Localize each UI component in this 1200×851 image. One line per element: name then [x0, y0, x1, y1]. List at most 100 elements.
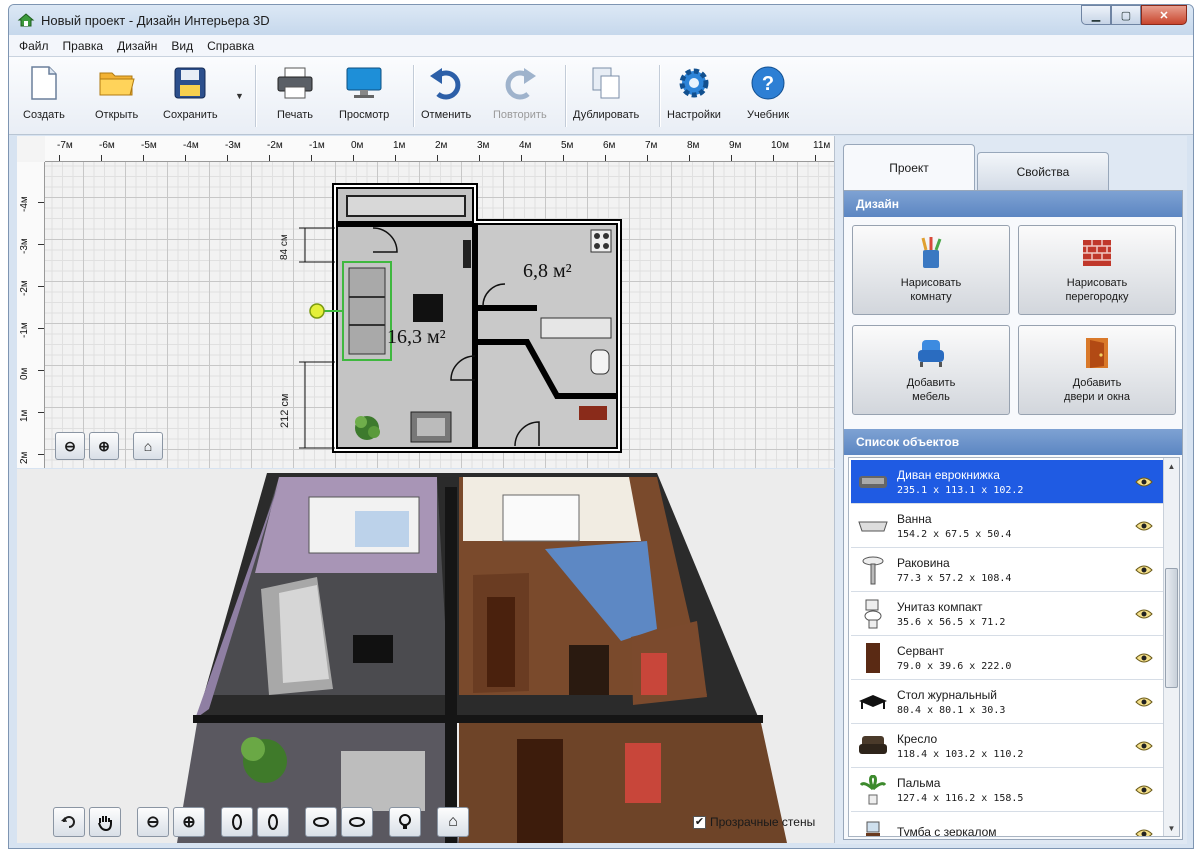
close-button[interactable]: ✕: [1141, 5, 1187, 25]
object-list-item[interactable]: Диван еврокнижка 235.1 x 113.1 x 102.2: [851, 460, 1163, 504]
orbit-left-button[interactable]: [221, 807, 253, 837]
transparent-walls-toggle[interactable]: ✔ Прозрачные стены: [693, 815, 815, 829]
small-room-area-label: 6,8 м²: [523, 260, 572, 282]
objects-list-scrollbar[interactable]: ▲ ▼: [1163, 458, 1179, 836]
sofa-icon: [855, 466, 891, 498]
settings-button[interactable]: Настройки: [667, 63, 721, 129]
visibility-eye-icon[interactable]: [1133, 783, 1155, 797]
draw-room-label: Нарисовать комнату: [900, 277, 962, 303]
3d-zoom-in-button[interactable]: ⊕: [173, 807, 205, 837]
visibility-eye-icon[interactable]: [1133, 563, 1155, 577]
tutorial-button[interactable]: ? Учебник: [747, 63, 789, 129]
tilt-down-button[interactable]: [341, 807, 373, 837]
visibility-eye-icon[interactable]: [1133, 695, 1155, 709]
scroll-down-icon[interactable]: ▼: [1164, 820, 1179, 836]
scroll-thumb[interactable]: [1165, 568, 1178, 688]
object-list-item[interactable]: Пальма 127.4 x 116.2 x 158.5: [851, 768, 1163, 812]
zoom-out-icon: ⊖: [146, 814, 160, 831]
preview-button[interactable]: Просмотр: [339, 63, 389, 129]
menu-view[interactable]: Вид: [171, 39, 193, 53]
help-icon: ?: [751, 66, 785, 100]
create-button[interactable]: Создать: [23, 63, 65, 129]
object-list-item[interactable]: Ванна 154.2 x 67.5 x 50.4: [851, 504, 1163, 548]
save-button[interactable]: Сохранить: [163, 63, 218, 129]
maximize-button[interactable]: ▢: [1111, 5, 1141, 25]
tab-project[interactable]: Проект: [843, 144, 975, 191]
window-controls: ▁ ▢ ✕: [1081, 5, 1187, 25]
panel-tabs: Проект Свойства: [843, 144, 1111, 191]
visibility-eye-icon[interactable]: [1133, 607, 1155, 621]
rotate-mode-button[interactable]: [53, 807, 85, 837]
brick-wall-icon: [1083, 240, 1111, 266]
object-list-item[interactable]: Тумба с зеркалом: [851, 812, 1163, 837]
pan-mode-button[interactable]: [89, 807, 121, 837]
menu-help[interactable]: Справка: [207, 39, 254, 53]
object-list-item[interactable]: Унитаз компакт 35.6 x 56.5 x 71.2: [851, 592, 1163, 636]
object-list-item[interactable]: Кресло 118.4 x 103.2 x 110.2: [851, 724, 1163, 768]
floor-plan-view[interactable]: -7м -6м -5м -4м -3м -2м -1м 0м 1м 2м 3м 4м 5м 6м 7м 8м 9…: [17, 136, 835, 468]
table-icon: [855, 686, 891, 718]
object-name: Пальма: [897, 775, 941, 790]
object-name: Тумба с зеркалом: [897, 825, 997, 837]
object-name: Сервант: [897, 643, 945, 658]
new-document-icon: [31, 66, 57, 100]
object-list-item[interactable]: Сервант 79.0 x 39.6 x 222.0: [851, 636, 1163, 680]
redo-icon: [505, 68, 536, 100]
save-label: Сохранить: [163, 109, 218, 121]
plan-zoom-controls: ⊖ ⊕ ⌂: [55, 432, 167, 460]
3d-view[interactable]: ⊖ ⊕ ⌂ ✔ Прозрачные стены: [17, 469, 835, 843]
draw-room-button[interactable]: Нарисовать комнату: [852, 225, 1010, 315]
object-dimensions: 35.6 x 56.5 x 71.2: [897, 616, 1006, 628]
undo-button[interactable]: Отменить: [421, 63, 471, 129]
redo-button[interactable]: Повторить: [493, 63, 547, 129]
scroll-up-icon[interactable]: ▲: [1164, 458, 1179, 474]
orbit-right-button[interactable]: [257, 807, 289, 837]
zoom-out-button[interactable]: ⊖: [55, 432, 85, 460]
add-doors-windows-button[interactable]: Добавить двери и окна: [1018, 325, 1176, 415]
dimension-label-side: 212 см: [279, 393, 291, 428]
printer-icon: [277, 67, 313, 99]
transparent-walls-checkbox[interactable]: ✔: [693, 815, 706, 829]
visibility-eye-icon[interactable]: [1133, 651, 1155, 665]
object-text: Кресло 118.4 x 103.2 x 110.2: [897, 732, 1133, 760]
object-name: Унитаз компакт: [897, 599, 983, 614]
object-list-item[interactable]: Раковина 77.3 x 57.2 x 108.4: [851, 548, 1163, 592]
draw-partition-button[interactable]: Нарисовать перегородку: [1018, 225, 1176, 315]
transparent-walls-label: Прозрачные стены: [710, 815, 816, 829]
toolbar-separator: [413, 65, 414, 127]
add-furniture-button[interactable]: Добавить мебель: [852, 325, 1010, 415]
print-button[interactable]: Печать: [275, 63, 315, 129]
3d-home-view-button[interactable]: ⌂: [437, 807, 469, 837]
create-label: Создать: [23, 109, 65, 121]
armchair-icon: [918, 340, 944, 367]
object-list-item[interactable]: Стол журнальный 80.4 x 80.1 x 30.3: [851, 680, 1163, 724]
zoom-in-button[interactable]: ⊕: [89, 432, 119, 460]
duplicate-button[interactable]: Дублировать: [573, 63, 639, 129]
window-title: Новый проект - Дизайн Интерьера 3D: [41, 12, 270, 28]
minimize-button[interactable]: ▁: [1081, 5, 1111, 25]
toolbar-separator: [255, 65, 256, 127]
menu-bar: Файл Правка Дизайн Вид Справка: [9, 35, 1193, 57]
home-view-button[interactable]: ⌂: [133, 432, 163, 460]
tilt-down-icon: [349, 817, 365, 827]
armchair-icon: [855, 730, 891, 762]
menu-file[interactable]: Файл: [19, 39, 49, 53]
svg-text:?: ?: [762, 73, 774, 95]
tilt-up-button[interactable]: [305, 807, 337, 837]
menu-design[interactable]: Дизайн: [117, 39, 157, 53]
open-button[interactable]: Открыть: [95, 63, 138, 129]
menu-edit[interactable]: Правка: [63, 39, 104, 53]
visibility-eye-icon[interactable]: [1133, 739, 1155, 753]
close-icon: ✕: [1159, 9, 1169, 22]
object-text: Тумба с зеркалом: [897, 825, 1133, 837]
design-section-header: Дизайн: [844, 191, 1182, 217]
visibility-eye-icon[interactable]: [1133, 519, 1155, 533]
visibility-eye-icon[interactable]: [1133, 475, 1155, 489]
visibility-eye-icon[interactable]: [1133, 827, 1155, 836]
light-button[interactable]: [389, 807, 421, 837]
save-dropdown-arrow-icon[interactable]: ▼: [235, 91, 244, 101]
tab-properties[interactable]: Свойства: [977, 152, 1109, 190]
3d-zoom-out-button[interactable]: ⊖: [137, 807, 169, 837]
object-name: Кресло: [897, 731, 938, 746]
objects-list[interactable]: Тумба с зеркалом Пальма 127.4 x 116.2 x 15…: [848, 457, 1180, 837]
